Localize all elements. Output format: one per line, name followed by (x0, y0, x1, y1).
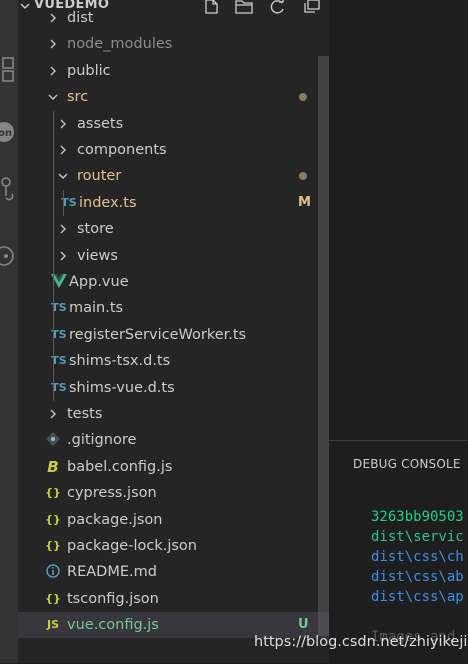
file-shims-tsx-d-ts[interactable]: TS shims-tsx.d.ts (18, 348, 329, 374)
chevron-right-icon[interactable] (58, 119, 68, 129)
javascript-icon: JS (46, 618, 59, 632)
file-package-json[interactable]: {} package.json (18, 507, 329, 533)
tree-item-label: registerServiceWorker.ts (69, 326, 247, 343)
folder-assets[interactable]: assets (18, 111, 329, 137)
file-readme-md[interactable]: README.md (18, 559, 329, 585)
console-line: 3263bb90503 (371, 509, 464, 525)
tree-item-label: shims-vue.d.ts (69, 379, 175, 396)
json-icon: {} (45, 591, 61, 605)
console-line: dist\css\ap (371, 589, 464, 605)
chevron-right-icon[interactable] (58, 224, 68, 234)
account-icon[interactable]: on (0, 114, 18, 150)
tree-item-label: shims-tsx.d.ts (69, 353, 171, 370)
tree-item-label: babel.config.js (67, 458, 173, 475)
tree-item-label: package.json (67, 511, 163, 528)
babel-icon: B (47, 457, 59, 476)
git-status-badge: U (298, 617, 309, 633)
modified-dot-icon (299, 93, 307, 102)
tree-item-label: cypress.json (67, 485, 157, 502)
new-file-icon[interactable] (202, 0, 222, 14)
folder-public[interactable]: public (18, 58, 329, 84)
extensions-icon[interactable] (0, 52, 18, 88)
tree-item-label: tests (67, 406, 103, 422)
tree-item-label: components (77, 142, 167, 158)
tree-item-label: tsconfig.json (67, 590, 159, 607)
tree-item-label: .gitignore (67, 432, 137, 449)
tree-item-label: App.vue (69, 274, 129, 290)
watermark: https://blog.csdn.net/zhiyikeji (254, 634, 468, 650)
console-line: dist\css\ch (371, 549, 464, 565)
folder-node-modules[interactable]: node_modules (18, 31, 329, 57)
file-shims-vue-d-ts[interactable]: TS shims-vue.d.ts (18, 375, 329, 401)
chevron-right-icon[interactable] (48, 409, 58, 419)
indent-guide (63, 189, 64, 217)
explorer-scrollbar[interactable] (318, 56, 329, 636)
folder-store[interactable]: store (18, 216, 329, 242)
explorer-sidebar: dist node_modules public src assets component… (18, 0, 329, 663)
tree-item-label: router (77, 168, 122, 185)
collapse-all-icon[interactable] (302, 0, 322, 14)
tree-item-label: store (77, 221, 114, 238)
activity-bar: on (0, 0, 18, 663)
source-control-icon[interactable] (0, 172, 18, 208)
chevron-down-icon[interactable] (20, 1, 30, 11)
chevron-down-icon[interactable] (58, 171, 68, 181)
chevron-right-icon[interactable] (48, 66, 58, 76)
svg-text:on: on (0, 128, 12, 139)
indent-guide (53, 110, 54, 401)
new-folder-icon[interactable] (234, 0, 254, 14)
tree-item-label: views (77, 247, 118, 264)
folder-components[interactable]: components (18, 137, 329, 163)
chevron-right-icon[interactable] (48, 39, 58, 49)
folder-router[interactable]: router (18, 163, 329, 189)
tree-item-label: assets (77, 115, 124, 132)
console-line: dist\servic (371, 529, 464, 545)
tree-item-label: vue.config.js (67, 617, 159, 634)
explorer-header: VUEDEMO (18, 0, 329, 16)
chevron-right-icon[interactable] (58, 251, 68, 261)
folder-tests[interactable]: tests (18, 401, 329, 427)
refresh-icon[interactable] (268, 0, 288, 14)
chevron-right-icon[interactable] (58, 145, 68, 155)
remote-explorer-icon[interactable] (0, 238, 18, 274)
info-icon (44, 564, 62, 580)
file-package-lock-json[interactable]: {} package-lock.json (18, 533, 329, 559)
json-icon: {} (45, 512, 61, 526)
tree-item-label: public (67, 62, 111, 79)
tree-item-label: main.ts (69, 300, 124, 317)
file-cypress-json[interactable]: {} cypress.json (18, 480, 329, 506)
chevron-down-icon[interactable] (48, 92, 58, 102)
file-registerserviceworker-ts[interactable]: TS registerServiceWorker.ts (18, 322, 329, 348)
json-icon: {} (45, 486, 61, 500)
folder-views[interactable]: views (18, 243, 329, 269)
file-index-ts[interactable]: TS index.ts M (18, 190, 329, 216)
bottom-panel: DEBUG CONSOLE 3263bb90503 dist\servic dist… (329, 440, 468, 664)
git-status-badge: M (298, 194, 311, 210)
json-icon: {} (45, 539, 61, 552)
file-app-vue[interactable]: App.vue (18, 269, 329, 295)
tree-item-label: src (67, 89, 89, 106)
modified-dot-icon (299, 172, 307, 181)
console-line: dist\css\ab (371, 569, 464, 585)
file-gitignore[interactable]: .gitignore (18, 427, 329, 453)
file-tsconfig-json[interactable]: {} tsconfig.json (18, 586, 329, 612)
tree-item-label: index.ts (79, 194, 137, 211)
tree-item-label: README.md (67, 564, 157, 581)
workspace-title[interactable]: VUEDEMO (34, 0, 109, 12)
tree-item-label: package-lock.json (67, 538, 197, 554)
tree-item-label: node_modules (67, 36, 173, 53)
file-main-ts[interactable]: TS main.ts (18, 295, 329, 321)
git-icon (44, 432, 62, 448)
folder-src[interactable]: src (18, 84, 329, 110)
file-babel-config-js[interactable]: Bbabel.config.js (18, 454, 329, 480)
tab-debug-console[interactable]: DEBUG CONSOLE (353, 457, 461, 471)
